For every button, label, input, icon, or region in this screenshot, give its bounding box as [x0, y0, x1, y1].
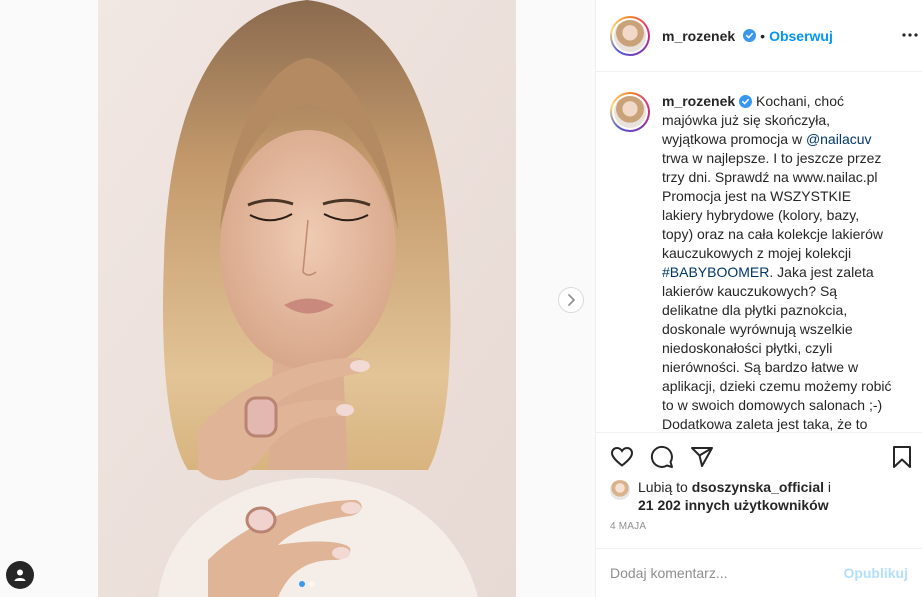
post-photo[interactable]: [98, 0, 516, 597]
post-side-panel: m_rozenek • Obserwuj m_rozenek Kochani, …: [595, 0, 922, 597]
likes-conj: i: [824, 479, 831, 495]
liker-username[interactable]: dsoszynska_official: [692, 479, 824, 495]
likes-count[interactable]: 21 202 innych użytkowników: [638, 497, 829, 513]
caption-part: trwa w najlepsze. I to jeszcze przez trz…: [662, 150, 883, 261]
likes-prefix: Lubią to: [638, 479, 692, 495]
liker-avatar[interactable]: [610, 480, 630, 500]
carousel-dot-active: [299, 581, 305, 587]
share-button[interactable]: [690, 445, 714, 469]
portrait-image: [98, 0, 516, 597]
mention-link[interactable]: @nailacuv: [806, 131, 872, 147]
user-tag-icon: [14, 569, 26, 581]
comment-button[interactable]: [650, 445, 674, 469]
verified-badge-icon: [743, 29, 757, 42]
separator-dot: •: [760, 27, 766, 44]
share-icon: [691, 446, 713, 467]
carousel-dot: [309, 581, 315, 587]
caption-text: m_rozenek Kochani, choć majówka już się …: [662, 92, 894, 432]
follow-button[interactable]: Obserwuj: [769, 28, 833, 44]
caption-avatar[interactable]: [610, 92, 650, 132]
verified-badge-icon: [739, 95, 753, 108]
comments-section[interactable]: m_rozenek Kochani, choć majówka już się …: [596, 72, 922, 432]
action-bar: [596, 432, 922, 480]
hashtag-link[interactable]: #BABYBOOMER: [662, 264, 769, 280]
avatar[interactable]: [610, 15, 650, 56]
post-header: m_rozenek • Obserwuj: [596, 0, 922, 72]
likes-summary: Lubią to dsoszynska_official i 21 202 inn…: [610, 478, 908, 514]
more-options-button[interactable]: [902, 27, 918, 48]
publish-button[interactable]: Opublikuj: [843, 565, 908, 581]
like-button[interactable]: [610, 445, 634, 469]
carousel-indicator: [98, 581, 516, 587]
bookmark-icon: [893, 446, 911, 468]
user-tags-button[interactable]: [6, 561, 34, 589]
comment-input[interactable]: [610, 565, 844, 581]
caption: m_rozenek Kochani, choć majówka już się …: [596, 72, 922, 432]
save-button[interactable]: [890, 445, 914, 474]
caption-part: . Jaka jest zaleta lakierów kauczukowych…: [662, 264, 892, 432]
post-date[interactable]: 4 MAJA: [610, 521, 646, 532]
post-viewer: m_rozenek • Obserwuj m_rozenek Kochani, …: [0, 0, 922, 597]
post-username[interactable]: m_rozenek: [662, 28, 735, 44]
more-options-icon: [902, 33, 918, 37]
add-comment-bar: Opublikuj: [596, 548, 922, 597]
heart-icon: [610, 446, 634, 467]
caption-username[interactable]: m_rozenek: [662, 93, 735, 109]
chevron-right-icon: [568, 294, 576, 306]
comment-icon: [650, 445, 673, 468]
next-photo-button[interactable]: [558, 287, 584, 313]
